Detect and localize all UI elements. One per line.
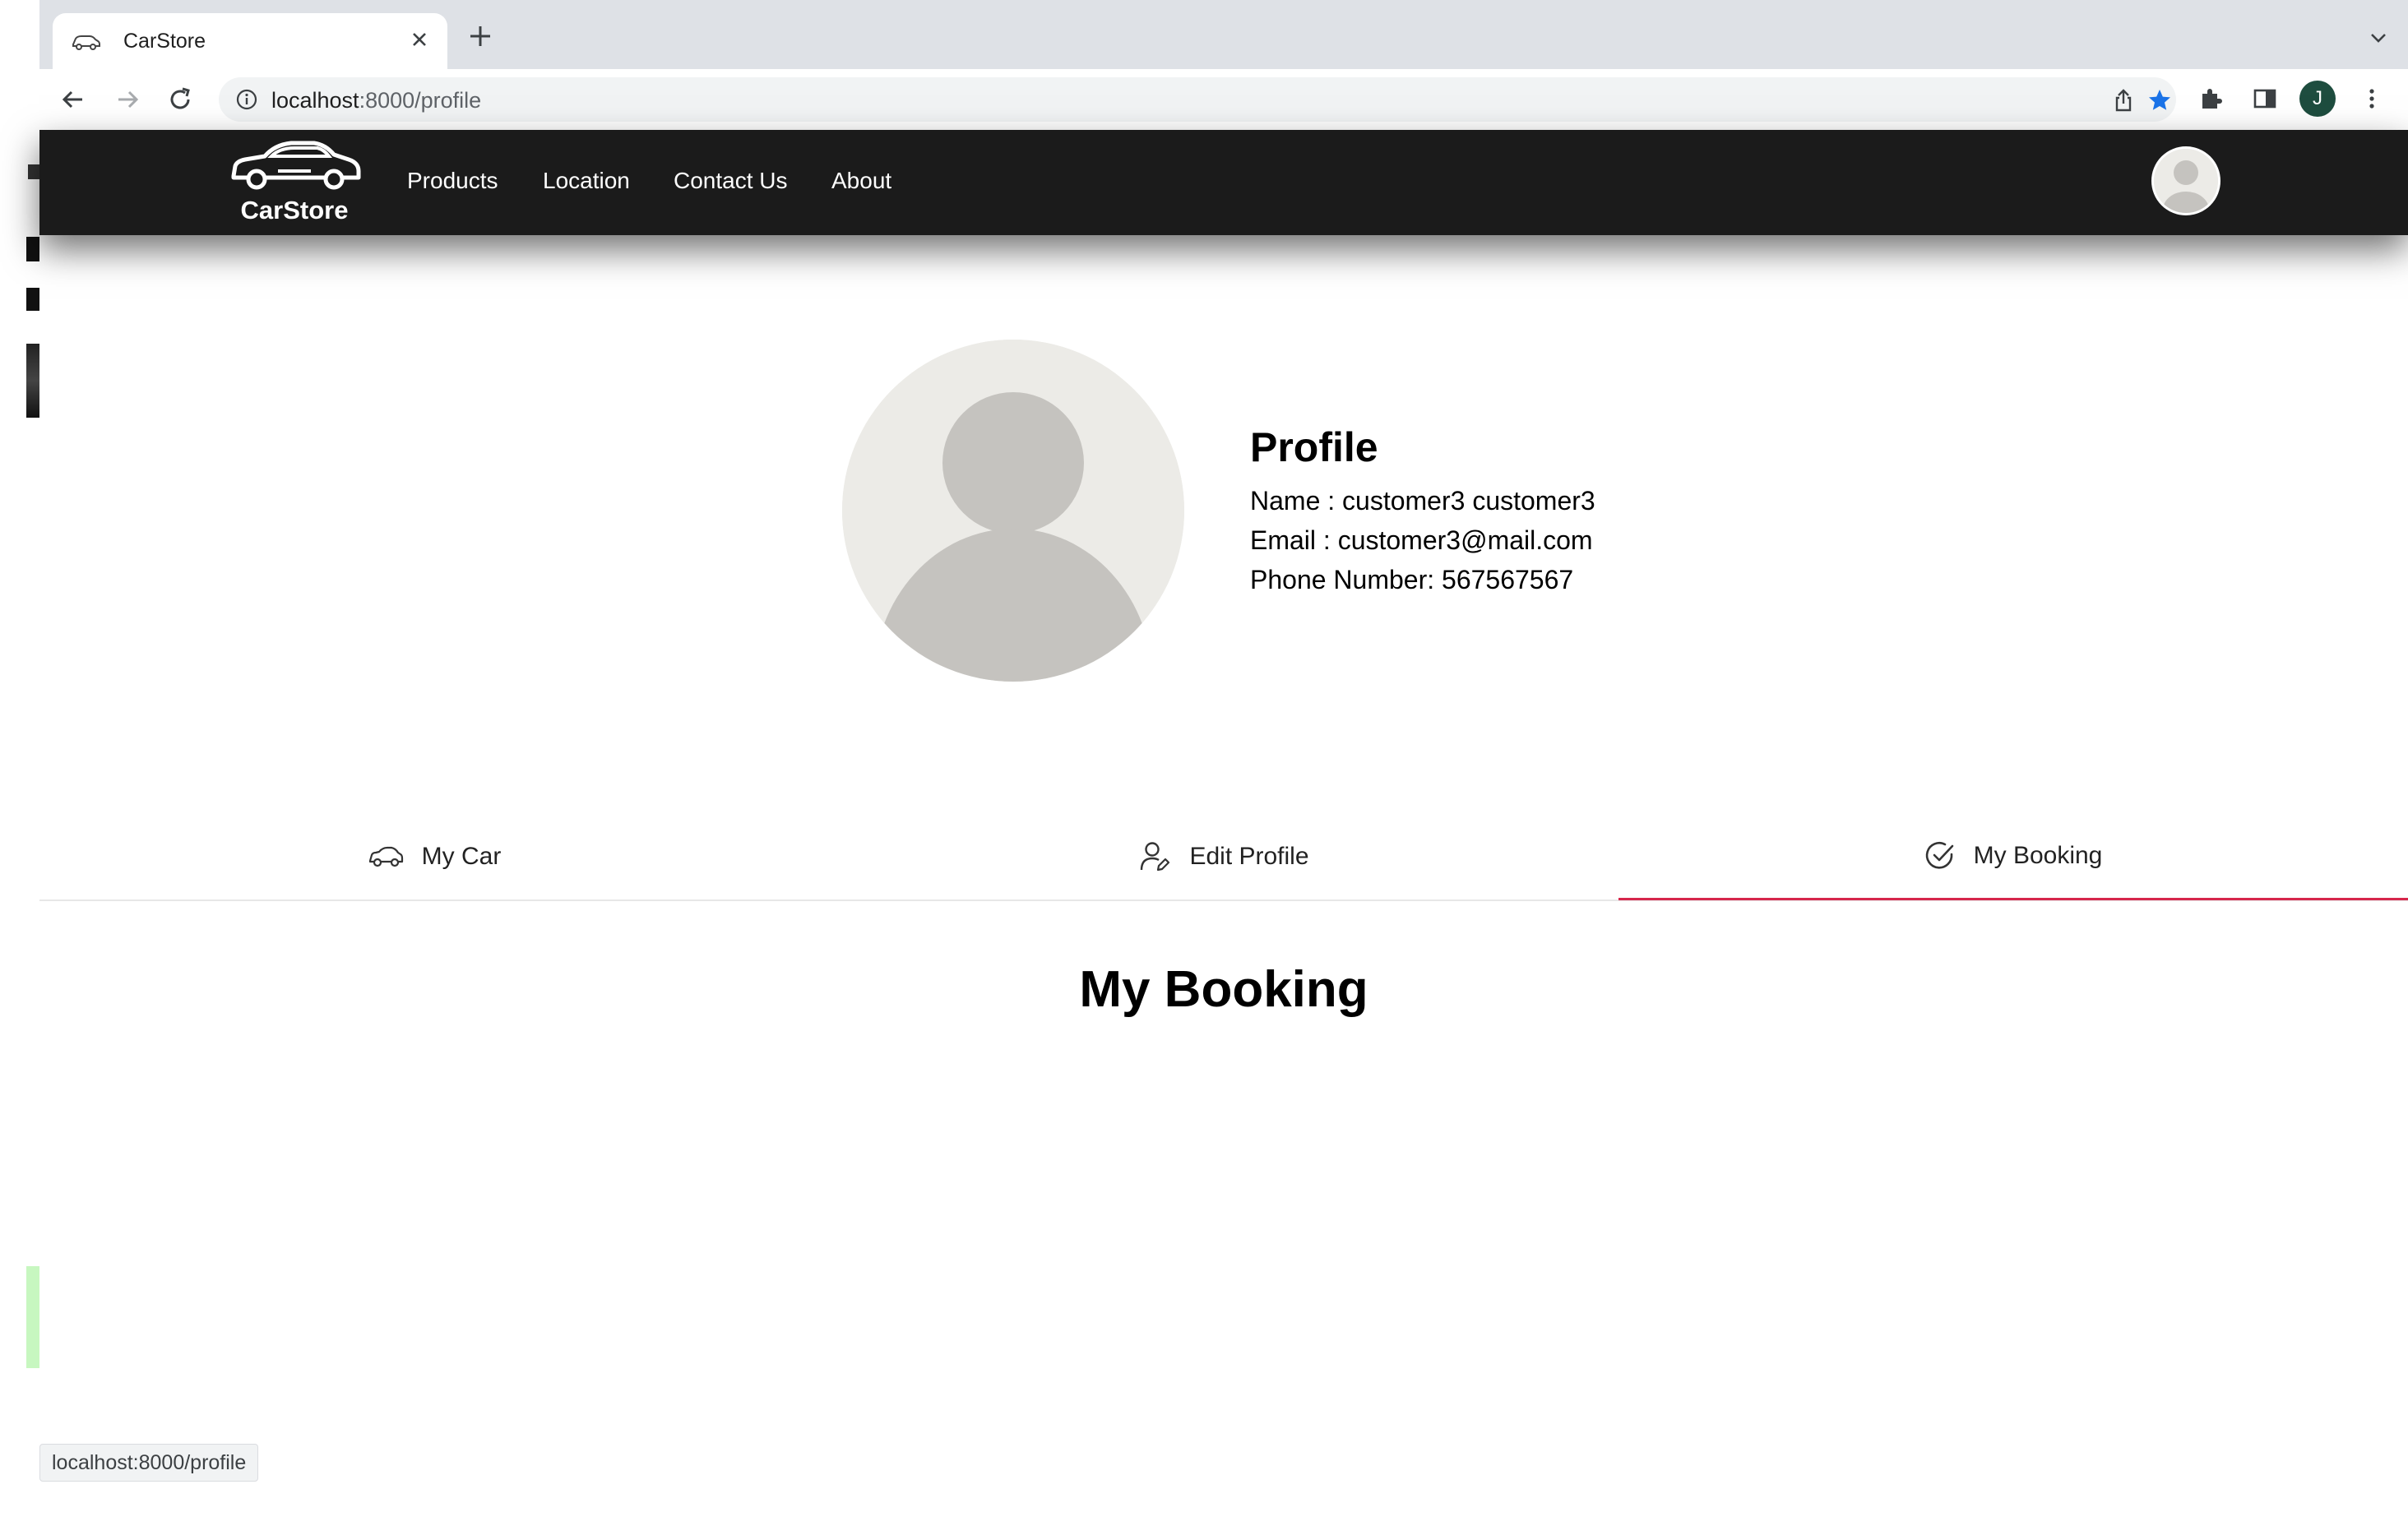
- nav-link-contact-us[interactable]: Contact Us: [674, 168, 788, 194]
- nav-link-location[interactable]: Location: [543, 168, 630, 194]
- site-navbar: CarStore Products Location Contact Us Ab…: [39, 130, 2408, 235]
- tab-title: CarStore: [123, 30, 206, 53]
- share-icon[interactable]: [2110, 87, 2137, 113]
- default-avatar-icon: [2154, 149, 2218, 213]
- tab-label: Edit Profile: [1189, 843, 1309, 870]
- status-url-bubble: localhost:8000/profile: [39, 1444, 259, 1482]
- back-arrow-icon[interactable]: [58, 84, 89, 115]
- tab-label: My Booking: [1973, 842, 2103, 869]
- profile-tabs: My Car Edit Profile My Booking: [39, 814, 2408, 901]
- nav-link-products[interactable]: Products: [407, 168, 498, 194]
- site-info-icon[interactable]: [235, 88, 258, 111]
- tab-label: My Car: [421, 843, 502, 870]
- profile-phone: Phone Number: 567567567: [1250, 564, 1574, 594]
- new-tab-plus-icon[interactable]: [465, 21, 495, 51]
- tab-edit-profile[interactable]: Edit Profile: [829, 814, 1618, 899]
- reload-icon[interactable]: [164, 84, 196, 115]
- profile-name: Name : customer3 customer3: [1250, 485, 1595, 516]
- user-edit-icon: [1141, 842, 1170, 872]
- browser-tab[interactable]: CarStore: [53, 13, 447, 69]
- bookmark-star-icon[interactable]: [2146, 87, 2173, 113]
- tab-search-chevron-icon[interactable]: [2367, 26, 2390, 49]
- check-circle-icon: [1925, 842, 1953, 869]
- url-text[interactable]: localhost:8000/profile: [271, 88, 481, 113]
- car-favicon-icon: [72, 35, 100, 50]
- car-logo-icon: [231, 141, 361, 190]
- address-bar[interactable]: localhost:8000/profile: [219, 77, 2176, 122]
- car-icon: [368, 846, 403, 867]
- profile-photo: [842, 340, 1184, 682]
- left-edge-artifacts: [0, 0, 39, 1526]
- section-title: My Booking: [1079, 961, 1368, 1018]
- brand-name: CarStore: [240, 196, 349, 224]
- user-avatar-button[interactable]: [2151, 146, 2220, 215]
- tab-my-car[interactable]: My Car: [39, 814, 829, 899]
- profile-email: Email : customer3@mail.com: [1250, 525, 1593, 555]
- default-avatar-icon: [842, 340, 1184, 682]
- browser-tab-strip: CarStore: [39, 0, 2408, 69]
- url-host: localhost: [271, 88, 359, 113]
- nav-link-about[interactable]: About: [831, 168, 891, 194]
- browser-toolbar: localhost:8000/profile J: [39, 69, 2408, 131]
- brand-home-link[interactable]: CarStore: [220, 135, 368, 230]
- kebab-menu-icon[interactable]: [2357, 84, 2387, 113]
- browser-profile-avatar[interactable]: J: [2299, 81, 2336, 117]
- url-path: :8000/profile: [359, 88, 482, 113]
- close-tab-icon[interactable]: [405, 25, 434, 54]
- side-panel-icon[interactable]: [2250, 84, 2280, 113]
- profile-heading: Profile: [1250, 424, 1378, 470]
- profile-info: Profile Name : customer3 customer3 Email…: [1250, 426, 1595, 599]
- forward-arrow-icon[interactable]: [112, 84, 143, 115]
- tab-my-booking[interactable]: My Booking: [1618, 814, 2408, 900]
- extensions-puzzle-icon[interactable]: [2196, 84, 2225, 113]
